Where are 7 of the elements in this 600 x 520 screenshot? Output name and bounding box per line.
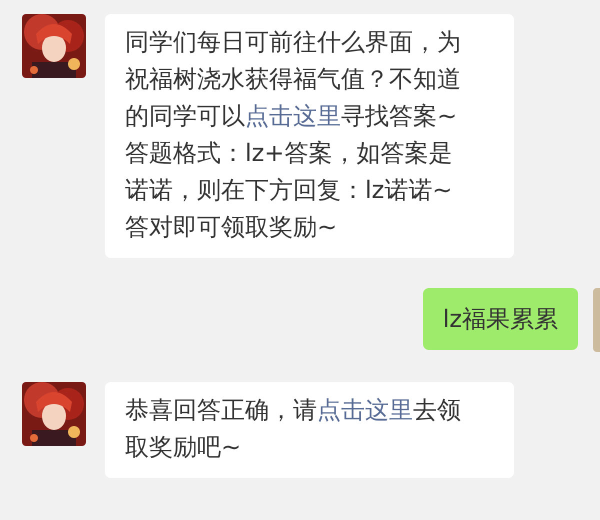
link[interactable]: 点击这里 — [245, 102, 341, 130]
message-text: 恭喜回答正确，请点击这里去领取奖励吧~ — [125, 395, 462, 463]
message-text: lz福果累累 — [442, 304, 558, 335]
message-text: 同学们每日可前往什么界面，为祝福树浇水获得福气值？不知道的同学可以点击这里寻找答案~ — [125, 27, 462, 132]
message-text: 答题格式：lz+答案，如答案是诺诺，则在下方回复：lz诺诺~ — [125, 138, 454, 206]
message-text: 答对即可领取奖励~ — [125, 212, 338, 243]
link[interactable]: 点击这里 — [317, 396, 413, 424]
